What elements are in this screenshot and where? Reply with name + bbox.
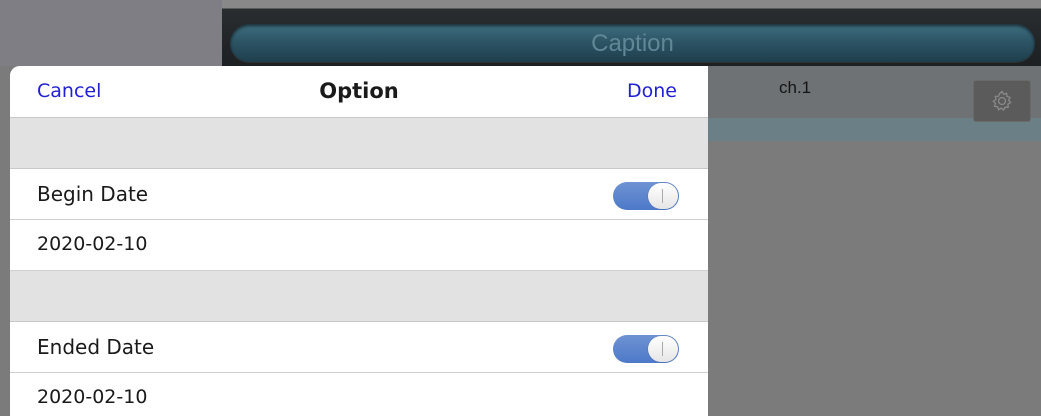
section-spacer xyxy=(10,118,708,169)
settings-button[interactable] xyxy=(973,80,1031,122)
channel-label: ch.1 xyxy=(779,78,812,97)
caption-text: Caption xyxy=(591,30,674,57)
ended-date-row: Ended Date xyxy=(10,322,708,373)
ended-date-value: 2020-02-10 xyxy=(37,386,148,408)
begin-date-label: Begin Date xyxy=(37,182,149,206)
done-button[interactable]: Done xyxy=(627,80,677,102)
background-top-left xyxy=(0,0,222,66)
toggle-knob xyxy=(648,183,678,209)
gear-icon xyxy=(992,90,1012,111)
begin-date-row: Begin Date xyxy=(10,169,708,220)
ended-date-value-row[interactable]: 2020-02-10 xyxy=(10,373,708,416)
begin-date-value: 2020-02-10 xyxy=(37,233,148,255)
begin-date-toggle[interactable] xyxy=(613,182,679,210)
ended-date-toggle[interactable] xyxy=(613,335,679,363)
background-content xyxy=(708,141,1041,416)
toggle-knob xyxy=(648,336,678,362)
panel-header: Cancel Option Done xyxy=(10,66,708,118)
section-spacer xyxy=(10,271,708,322)
panel-title: Option xyxy=(319,79,399,103)
ended-date-label: Ended Date xyxy=(37,335,155,359)
option-panel: Cancel Option Done Begin Date 2020-02-10… xyxy=(10,66,708,416)
caption-bar: Caption xyxy=(230,24,1035,62)
background-subheader: ch.1 xyxy=(708,66,1041,141)
begin-date-value-row[interactable]: 2020-02-10 xyxy=(10,220,708,271)
